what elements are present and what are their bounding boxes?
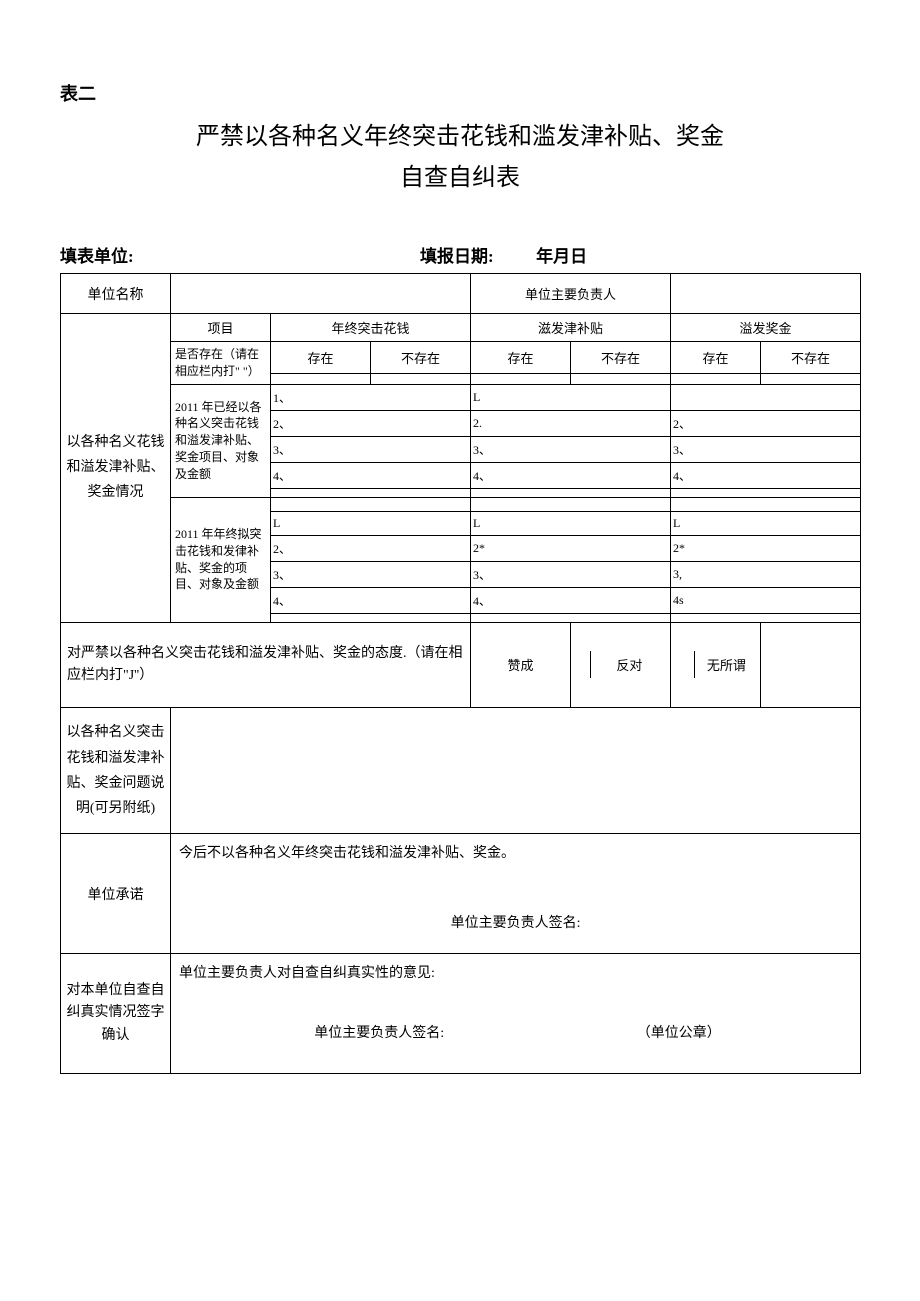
attitude-opt1: 赞成 — [471, 622, 571, 708]
confirm-label: 对本单位自查自纠真实情况签字确认 — [61, 954, 171, 1074]
group2-label: 2011 年年终拟突击花钱和发律补贴、奖金的项目、对象及金额 — [171, 497, 271, 622]
g1-c3-3[interactable]: 3、 — [671, 436, 861, 462]
g2-c2-3[interactable]: 3、 — [471, 561, 671, 587]
col3-exist-val[interactable] — [671, 374, 761, 384]
g2-spacer-2[interactable] — [471, 497, 671, 511]
g1-c3-1[interactable] — [671, 384, 861, 410]
col1-exist: 存在 — [271, 342, 371, 374]
col2-exist: 存在 — [471, 342, 571, 374]
explain-label: 以各种名义突击花钱和溢发津补贴、奖金问题说明(可另附纸) — [61, 708, 171, 834]
main-table: 单位名称 单位主要负责人 以各种名义花钱和溢发津补贴、奖金情况 项目 年终突击花… — [60, 273, 861, 1074]
g1-c1-1[interactable]: 1、 — [271, 384, 471, 410]
attitude-label: 对严禁以各种名义突击花钱和溢发津补贴、奖金的态度.（请在相应栏内打"J''） — [61, 622, 471, 708]
g1-c2-5[interactable] — [471, 488, 671, 497]
confirm-text: 单位主要负责人对自查自纠真实性的意见: — [179, 962, 852, 982]
col2-notexist-val[interactable] — [571, 374, 671, 384]
g1-c1-5[interactable] — [271, 488, 471, 497]
unit-name-label: 单位名称 — [61, 274, 171, 314]
g1-c1-2[interactable]: 2、 — [271, 410, 471, 436]
unit-label: 填表单位: — [60, 242, 420, 267]
group1-label: 2011 年已经以各种名义突击花钱和溢发津补贴、奖金项目、对象及金额 — [171, 384, 271, 497]
attitude-opt1-check[interactable] — [573, 651, 590, 678]
g2-spacer-3[interactable] — [671, 497, 861, 511]
g2-c1-3[interactable]: 3、 — [271, 561, 471, 587]
g2-c3-2[interactable]: 2* — [671, 535, 861, 561]
g2-c3-5[interactable] — [671, 613, 861, 622]
col2-header: 滋发津补贴 — [471, 314, 671, 342]
attitude-opt2-chk[interactable] — [673, 651, 694, 678]
meta-row: 填表单位: 填报日期: 年月日 — [60, 242, 860, 267]
date-label: 填报日期: 年月日 — [420, 242, 587, 267]
col1-exist-val[interactable] — [271, 374, 371, 384]
g1-c3-2[interactable]: 2、 — [671, 410, 861, 436]
g1-c1-3[interactable]: 3、 — [271, 436, 471, 462]
col2-exist-val[interactable] — [471, 374, 571, 384]
commitment-label: 单位承诺 — [61, 834, 171, 954]
situation-block-label: 以各种名义花钱和溢发津补贴、奖金情况 — [61, 314, 171, 623]
col3-header: 溢发奖金 — [671, 314, 861, 342]
col1-header: 年终突击花钱 — [271, 314, 471, 342]
project-header: 项目 — [171, 314, 271, 342]
principal-label: 单位主要负责人 — [471, 274, 671, 314]
attitude-opt3: 无所谓 — [694, 651, 758, 678]
col3-exist: 存在 — [671, 342, 761, 374]
confirm-content[interactable]: 单位主要负责人对自查自纠真实性的意见: 单位主要负责人签名: （单位公章） — [171, 954, 861, 1074]
col1-notexist-val[interactable] — [371, 374, 471, 384]
col2-notexist: 不存在 — [571, 342, 671, 374]
commitment-text: 今后不以各种名义年终突击花钱和溢发津补贴、奖金。 — [179, 842, 852, 862]
g1-c2-1[interactable]: L — [471, 384, 671, 410]
exists-row-label: 是否存在（请在相应栏内打" "） — [171, 342, 271, 385]
col1-notexist: 不存在 — [371, 342, 471, 374]
g2-c2-1[interactable]: L — [471, 511, 671, 535]
g1-c2-4[interactable]: 4、 — [471, 462, 671, 488]
col3-notexist-val[interactable] — [761, 374, 861, 384]
g1-c3-5[interactable] — [671, 488, 861, 497]
page-title-line2: 自查自纠表 — [60, 157, 860, 192]
g1-c2-3[interactable]: 3、 — [471, 436, 671, 462]
commitment-sign-label: 单位主要负责人签名: — [179, 912, 852, 932]
date-value: 年月日 — [536, 247, 587, 266]
page-title-line1: 严禁以各种名义年终突击花钱和滥发津补贴、奖金 — [60, 116, 860, 151]
g2-c1-1[interactable]: L — [271, 511, 471, 535]
g1-c3-4[interactable]: 4、 — [671, 462, 861, 488]
attitude-opt2-check[interactable]: 无所谓 — [671, 622, 761, 708]
col3-notexist: 不存在 — [761, 342, 861, 374]
date-label-text: 填报日期: — [420, 247, 494, 266]
g2-c1-2[interactable]: 2、 — [271, 535, 471, 561]
g1-c1-4[interactable]: 4、 — [271, 462, 471, 488]
principal-value[interactable] — [671, 274, 861, 314]
g2-c2-4[interactable]: 4、 — [471, 587, 671, 613]
g2-c3-4[interactable]: 4s — [671, 587, 861, 613]
g2-spacer-1[interactable] — [271, 497, 471, 511]
commitment-content[interactable]: 今后不以各种名义年终突击花钱和溢发津补贴、奖金。 单位主要负责人签名: — [171, 834, 861, 954]
attitude-opt2: 反对 — [590, 651, 668, 678]
g2-c3-1[interactable]: L — [671, 511, 861, 535]
unit-name-value[interactable] — [171, 274, 471, 314]
table-number-label: 表二 — [60, 80, 860, 106]
g2-c2-5[interactable] — [471, 613, 671, 622]
explain-value[interactable] — [171, 708, 861, 834]
confirm-seal-label: （单位公章） — [544, 1022, 813, 1042]
attitude-opt3-check[interactable] — [761, 622, 861, 708]
g2-c1-4[interactable]: 4、 — [271, 587, 471, 613]
g2-c1-5[interactable] — [271, 613, 471, 622]
g2-c2-2[interactable]: 2* — [471, 535, 671, 561]
g1-c2-2[interactable]: 2. — [471, 410, 671, 436]
confirm-sign-label: 单位主要负责人签名: — [218, 1022, 541, 1042]
g2-c3-3[interactable]: 3, — [671, 561, 861, 587]
